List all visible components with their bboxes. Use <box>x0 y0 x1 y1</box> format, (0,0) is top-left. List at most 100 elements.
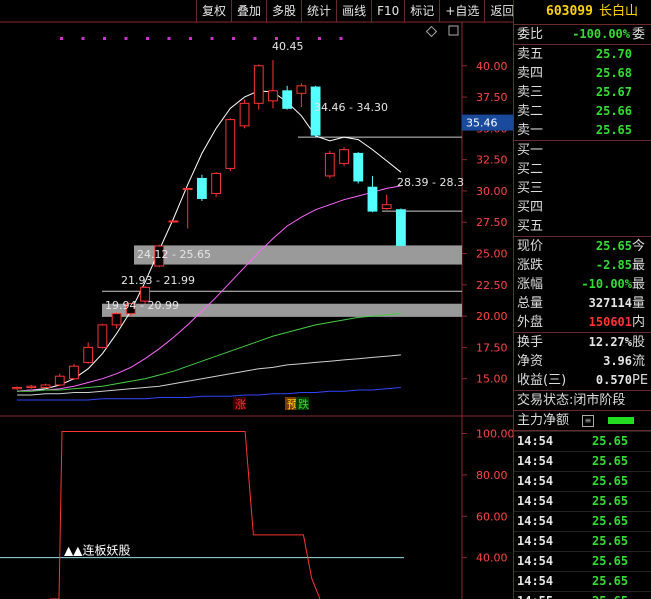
tick-time: 14:54 <box>517 474 554 488</box>
tick-row: 14:54 25.65 <box>514 471 651 491</box>
marker-dot <box>167 37 171 40</box>
ind-y-tick-label: 60.00 <box>476 510 508 523</box>
price-annotation: 34.46 - 34.30 <box>314 101 388 114</box>
y-tick-label: 25.00 <box>476 248 508 261</box>
bid-row-2: 买三 <box>514 179 651 198</box>
marker-dot <box>232 37 235 40</box>
candle <box>196 177 207 199</box>
ask-row-2-label: 卖三 <box>517 85 544 100</box>
ask-row-4-value: 25.65 <box>595 123 632 137</box>
candle <box>367 186 378 212</box>
tick-price: 25.65 <box>592 514 629 528</box>
stat-row-2-value: 0.570 <box>595 373 632 387</box>
ask-row-0-value: 25.70 <box>595 47 632 61</box>
toolbar-button-2[interactable]: 多股 <box>266 0 301 22</box>
stats-list: 换手 12.27% 股净资 3.96 流收益(三) 0.570 PE <box>514 333 651 391</box>
ask-row-2-value: 25.67 <box>595 85 632 99</box>
price-annotation: 19.94 - 20.99 <box>105 299 179 312</box>
tick-time: 14:54 <box>517 434 554 448</box>
candle <box>353 152 364 182</box>
tick-list: 14:54 25.65 14:54 25.65 14:54 25.65 14:54 25.65… <box>514 431 651 599</box>
quote-row-1-label: 涨跌 <box>517 258 544 273</box>
tick-price: 25.65 <box>592 454 629 468</box>
stat-row-0-label: 换手 <box>517 335 544 350</box>
tick-time: 14:55 <box>517 592 553 599</box>
quote-row-1-value: -2.85 <box>595 258 632 272</box>
trade-status-label: 交易状态:闭市阶段 <box>517 391 625 410</box>
quote-row-0: 现价 25.65 今 <box>514 237 651 256</box>
stat-row-0-value: 12.27% <box>588 335 632 349</box>
price-tag: 35.46 <box>466 117 498 130</box>
marker-dot <box>189 37 192 40</box>
candle <box>168 220 179 223</box>
stat-row-1-label: 净资 <box>517 354 544 369</box>
ask-row-2: 卖三 25.67 <box>514 83 651 102</box>
signal-badge: 涨 <box>235 398 246 411</box>
quote-list: 现价 25.65 今涨跌 -2.85 最涨幅 -10.00% 最总量 327114 量外盘 150… <box>514 237 651 333</box>
tick-row: 14:54 25.65 <box>514 571 651 591</box>
stock-code: 603099 <box>546 4 593 19</box>
y-tick-label: 37.50 <box>476 91 508 104</box>
tick-row: 14:54 25.65 <box>514 511 651 531</box>
marker-dot <box>253 37 257 40</box>
ask-row-0-label: 卖五 <box>517 47 544 62</box>
tick-time: 14:54 <box>517 494 554 508</box>
ind-y-tick-label: 40.00 <box>476 552 508 565</box>
toolbar-button-0[interactable]: 复权 <box>196 0 231 22</box>
tick-time: 14:54 <box>517 574 554 588</box>
main-flow-row[interactable]: 主力净额 ≡ <box>514 411 651 431</box>
y-tick-label: 22.50 <box>476 279 508 292</box>
indicator-label: ▲▲连板妖股 <box>64 543 130 558</box>
candle <box>211 172 222 194</box>
order-ratio-value: -100.00% <box>572 27 630 41</box>
candle <box>282 90 293 109</box>
ind-y-tick-label: 80.00 <box>476 469 508 482</box>
toolbar-button-4[interactable]: 画线 <box>336 0 371 22</box>
ind-y-tick-label: 100.00 <box>476 428 513 441</box>
tick-row: 14:54 25.65 <box>514 531 651 551</box>
tick-price: 25.65 <box>592 534 629 548</box>
stat-row-2-extra: PE <box>632 373 649 388</box>
toolbar-button-6[interactable]: 标记 <box>404 0 439 22</box>
bid-list: 买一 买二 买三 买四 买五 <box>514 141 651 237</box>
diamond-icon <box>425 25 438 38</box>
tick-price: 25.65 <box>592 554 629 568</box>
quote-row-2-extra: 最 <box>632 277 646 292</box>
marker-dot <box>60 37 63 40</box>
candle <box>239 102 250 127</box>
toolbar-button-3[interactable]: 统计 <box>301 0 336 22</box>
stat-row-0-extra: 股 <box>632 335 646 350</box>
tick-row: 14:54 25.65 <box>514 431 651 451</box>
quote-row-0-value: 25.65 <box>595 239 632 253</box>
ask-row-0: 卖五 25.70 <box>514 45 651 64</box>
stock-header: 603099 长白山 <box>514 0 651 25</box>
candle <box>111 313 122 326</box>
bid-row-1: 买二 <box>514 160 651 179</box>
stat-row-0: 换手 12.27% 股 <box>514 333 651 352</box>
candle <box>69 365 79 380</box>
candle <box>253 65 264 104</box>
menu-icon[interactable]: ≡ <box>582 415 594 427</box>
kline-chart[interactable]: 15.00 17.50 20.00 22.50 25.00 27.50 30.00 32.50… <box>0 0 513 599</box>
tick-price: 25.65 <box>592 592 628 599</box>
tick-row: 14:54 25.65 <box>514 451 651 471</box>
tick-time: 14:54 <box>517 454 554 468</box>
quote-row-1: 涨跌 -2.85 最 <box>514 256 651 275</box>
toolbar-button-7[interactable]: +自选 <box>439 0 484 22</box>
stat-row-1-extra: 流 <box>632 354 646 369</box>
candle <box>296 85 307 94</box>
toolbar-button-1[interactable]: 叠加 <box>231 0 266 22</box>
quote-row-4-value: 150601 <box>588 315 632 329</box>
tick-time: 14:54 <box>517 514 554 528</box>
ask-row-3-label: 卖二 <box>517 104 544 119</box>
trade-status-value: 闭市阶段 <box>573 393 626 408</box>
marker-dot <box>124 37 128 40</box>
tick-time: 14:54 <box>517 534 554 548</box>
candle <box>339 149 349 164</box>
bid-row-1-label: 买二 <box>517 162 544 177</box>
bid-row-4-label: 买五 <box>517 219 544 234</box>
price-annotation: 40.45 <box>272 40 304 53</box>
trade-status-key: 交易状态: <box>517 393 574 408</box>
marker-dot <box>210 37 214 40</box>
toolbar-button-5[interactable]: F10 <box>371 0 404 22</box>
